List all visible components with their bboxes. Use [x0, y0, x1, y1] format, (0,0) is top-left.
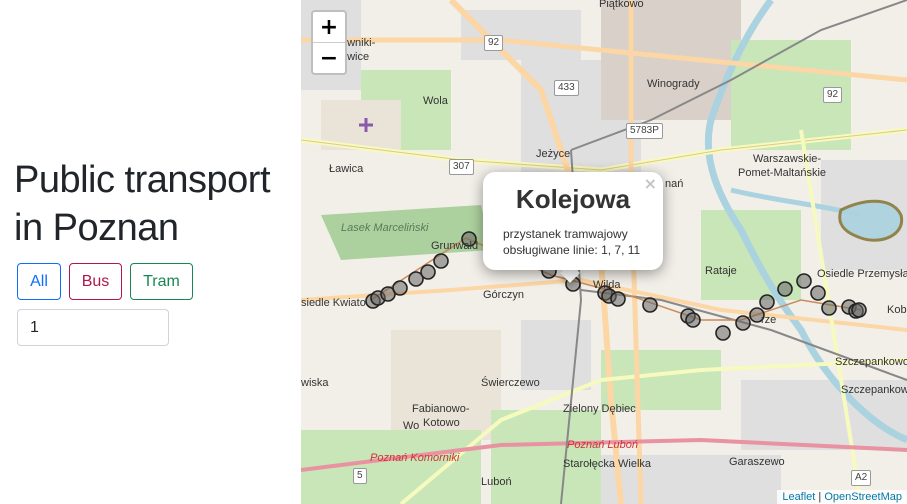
- map-label: Poznań Luboń: [567, 439, 638, 451]
- map-attribution: Leaflet | OpenStreetMap: [777, 490, 907, 504]
- road-shield: 307: [449, 159, 474, 175]
- road-shield: 5: [353, 468, 367, 484]
- sidebar: Public transport in Poznan All Bus Tram: [0, 0, 301, 504]
- map-label: Kob: [887, 304, 907, 316]
- road-shield: 5783P: [626, 123, 663, 139]
- road-shield: A2: [851, 470, 872, 486]
- map-label: Wilda: [593, 279, 621, 291]
- map-label: Pomet-Maltańskie: [738, 167, 827, 179]
- map-label: Szczepankowo: [835, 356, 907, 368]
- map-label: Grunwald: [431, 240, 479, 252]
- popup-stop-type: przystanek tramwajowy: [503, 227, 628, 241]
- map-label: Jeżyce: [536, 148, 571, 160]
- road-shield: 92: [484, 35, 504, 51]
- road-shield: 433: [554, 80, 579, 96]
- map-label: Świerczewo: [481, 377, 540, 389]
- road-shield: 92: [823, 87, 843, 103]
- zoom-in-button[interactable]: +: [313, 12, 345, 42]
- map-label: Ławica: [329, 163, 364, 175]
- title-line-1: Public transport: [14, 159, 271, 201]
- map-label: Rataje: [705, 265, 737, 277]
- title-line-2: in Poznan: [14, 207, 179, 249]
- map-label: wiska: [301, 377, 329, 389]
- page-title: Public transport in Poznan: [14, 156, 271, 252]
- map-label: Starołęcka Wielka: [563, 458, 652, 470]
- map-label: Kotowo: [423, 417, 460, 429]
- map-label: Winogrady: [647, 78, 700, 90]
- leaflet-link[interactable]: Leaflet: [782, 491, 815, 503]
- map[interactable]: Piątkowo Winogrady Wola Ławica Jeżyce Wa…: [301, 0, 907, 504]
- osm-link[interactable]: OpenStreetMap: [824, 491, 902, 503]
- map-label: Poznań Komorniki: [370, 452, 460, 464]
- map-label: Lasek Marceliński: [341, 222, 429, 234]
- map-label: Wo: [403, 420, 420, 432]
- stop-popup: × Kolejowa przystanek tramwajowy obsługi…: [483, 172, 663, 270]
- filter-all-button[interactable]: All: [17, 263, 61, 300]
- map-label: Szczepankowo: [841, 384, 907, 396]
- map-label: Fabianowo-: [412, 403, 470, 415]
- map-label: Zielony Dębiec: [563, 403, 636, 415]
- map-label: Górczyn: [483, 289, 524, 301]
- map-label: Osiedle Przemysła: [817, 268, 907, 280]
- map-label: nań: [665, 178, 684, 190]
- line-number-input[interactable]: [17, 309, 169, 346]
- map-label: Piątkowo: [599, 0, 644, 10]
- zoom-control: + −: [311, 10, 347, 75]
- attribution-separator: |: [815, 491, 825, 503]
- popup-lines: obsługiwane linie: 1, 7, 11: [503, 243, 641, 257]
- filter-bus-button[interactable]: Bus: [69, 263, 122, 300]
- map-label: Warszawskie-: [753, 153, 822, 165]
- filter-tram-button[interactable]: Tram: [130, 263, 193, 300]
- zoom-out-button[interactable]: −: [313, 42, 345, 73]
- map-label: siedle Kwiato: [301, 297, 366, 309]
- map-label: rze: [761, 314, 777, 326]
- map-label: Wola: [423, 95, 448, 107]
- map-label: Luboń: [481, 476, 512, 488]
- map-label: Garaszewo: [729, 456, 785, 468]
- popup-title: Kolejowa: [515, 184, 631, 214]
